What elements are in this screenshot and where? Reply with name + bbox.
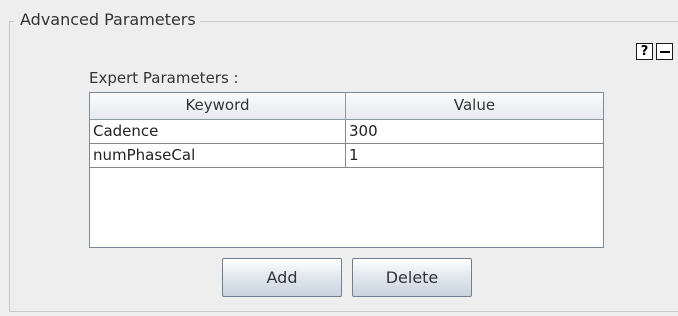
expert-parameters-table[interactable]: Keyword Value Cadence 300 numPhaseCal 1: [89, 92, 604, 248]
add-button[interactable]: Add: [222, 258, 342, 297]
minus-icon: [660, 51, 670, 53]
help-button[interactable]: ?: [636, 43, 653, 60]
column-header-value[interactable]: Value: [346, 93, 603, 119]
collapse-button[interactable]: [656, 43, 673, 60]
table-row[interactable]: numPhaseCal 1: [90, 144, 603, 168]
cell-value[interactable]: 1: [346, 144, 603, 167]
column-header-keyword[interactable]: Keyword: [90, 93, 346, 119]
cell-keyword[interactable]: Cadence: [90, 120, 346, 143]
expert-parameters-label: Expert Parameters :: [89, 69, 239, 87]
delete-button[interactable]: Delete: [352, 258, 472, 297]
table-header: Keyword Value: [90, 93, 603, 120]
cell-keyword[interactable]: numPhaseCal: [90, 144, 346, 167]
cell-value[interactable]: 300: [346, 120, 603, 143]
advanced-parameters-panel: Advanced Parameters ? Expert Parameters …: [0, 0, 678, 316]
table-body: Cadence 300 numPhaseCal 1: [90, 120, 603, 168]
table-row[interactable]: Cadence 300: [90, 120, 603, 144]
group-title: Advanced Parameters: [14, 9, 200, 31]
